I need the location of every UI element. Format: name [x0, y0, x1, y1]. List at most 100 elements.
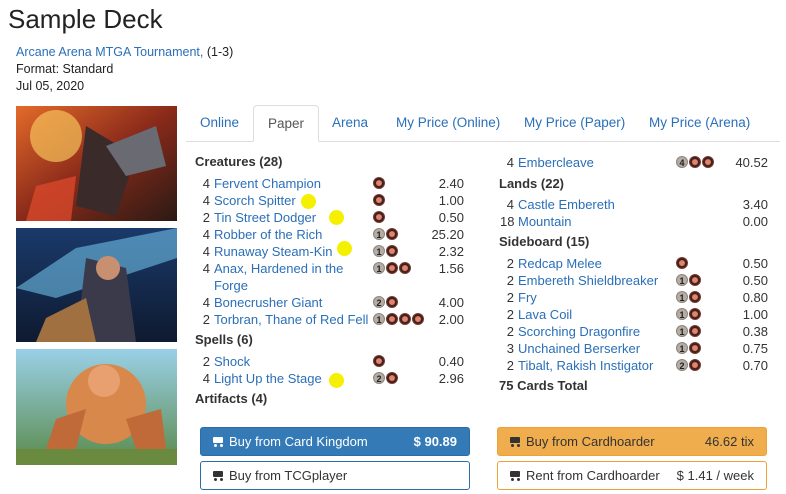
card-row: 4 Anax, Hardened in theForge 1 1.56	[200, 260, 464, 293]
card-row: 4 Fervent Champion 2.40	[200, 175, 464, 192]
card-quantity: 2	[506, 273, 514, 288]
highlight-dot	[337, 241, 352, 256]
rent-cardhoarder-button[interactable]: Rent from Cardhoarder $ 1.41 / week	[497, 461, 767, 490]
cart-icon	[211, 470, 225, 481]
cart-icon	[508, 470, 522, 481]
card-name-link[interactable]: Scorch Spitter	[214, 192, 296, 209]
mana-cost: 1	[676, 325, 701, 338]
red-mana-icon	[689, 342, 701, 354]
card-quantity: 2	[506, 324, 514, 339]
generic-mana-icon: 1	[676, 274, 688, 286]
card-row: 4 Bonecrusher Giant 2 4.00	[200, 294, 464, 311]
mana-cost: 1	[373, 262, 411, 275]
card-name-link[interactable]: Lava Coil	[518, 306, 572, 323]
card-price: 0.75	[742, 341, 768, 356]
event-line: Arcane Arena MTGA Tournament, (1-3)	[16, 44, 233, 61]
card-name-link[interactable]: Castle Embereth	[518, 196, 615, 213]
card-name-link[interactable]: Mountain	[518, 213, 571, 230]
card-name-link[interactable]: Anax, Hardened in the	[214, 260, 343, 277]
card-quantity: 4	[202, 371, 210, 386]
red-mana-icon	[386, 296, 398, 308]
card-price: 40.52	[735, 155, 768, 170]
card-name-link[interactable]: Unchained Berserker	[518, 340, 640, 357]
card-price: 1.00	[438, 193, 464, 208]
generic-mana-icon: 1	[676, 308, 688, 320]
card-quantity: 4	[202, 295, 210, 310]
card-price: 2.40	[438, 176, 464, 191]
event-link[interactable]: Arcane Arena MTGA Tournament,	[16, 45, 203, 59]
red-mana-icon	[689, 308, 701, 320]
red-mana-icon	[386, 372, 398, 384]
mana-cost	[373, 177, 385, 190]
card-quantity: 4	[506, 155, 514, 170]
card-name-link[interactable]: Embercleave	[518, 154, 594, 171]
card-name-link[interactable]: Fervent Champion	[214, 175, 321, 192]
card-price: 0.50	[742, 256, 768, 271]
red-mana-icon	[373, 177, 385, 189]
card-art-thumbnail-2[interactable]	[16, 228, 177, 342]
cart-icon	[211, 436, 225, 447]
red-mana-icon	[689, 156, 701, 168]
mana-cost: 1	[373, 313, 424, 326]
card-name-link[interactable]: Tin Street Dodger	[214, 209, 316, 226]
red-mana-icon	[689, 359, 701, 371]
card-row: 4 Castle Embereth 3.40	[500, 196, 768, 213]
card-name-link[interactable]: Bonecrusher Giant	[214, 294, 322, 311]
card-name-link[interactable]: Torbran, Thane of Red Fell	[214, 311, 368, 328]
card-art-thumbnail-3[interactable]	[16, 349, 177, 465]
card-name-link[interactable]: Robber of the Rich	[214, 226, 322, 243]
card-price: 0.80	[742, 290, 768, 305]
card-price: 2.00	[438, 312, 464, 327]
card-art-thumbnail-1[interactable]	[16, 106, 177, 221]
card-quantity: 2	[506, 307, 514, 322]
card-name-link[interactable]: Runaway Steam-Kin	[214, 243, 333, 260]
red-mana-icon	[689, 291, 701, 303]
card-quantity: 4	[202, 227, 210, 242]
mana-cost: 1	[373, 228, 398, 241]
red-mana-icon	[399, 262, 411, 274]
tab-my-price-paper[interactable]: My Price (Paper)	[510, 105, 639, 142]
section-header-creatures: Creatures (28)	[195, 154, 283, 169]
card-name-link[interactable]: Redcap Melee	[518, 255, 602, 272]
card-name-link[interactable]: Shock	[214, 353, 250, 370]
card-row: 4 Embercleave 4 40.52	[500, 154, 768, 171]
generic-mana-icon: 1	[676, 325, 688, 337]
mana-cost: 1	[676, 291, 701, 304]
card-row: 18 Mountain 0.00	[500, 213, 768, 230]
tab-my-price-arena[interactable]: My Price (Arena)	[635, 105, 764, 142]
tab-my-price-online[interactable]: My Price (Online)	[382, 105, 514, 142]
buy-cardhoarder-button[interactable]: Buy from Cardhoarder 46.62 tix	[497, 427, 767, 456]
highlight-dot	[329, 373, 344, 388]
card-name-link[interactable]: Tibalt, Rakish Instigator	[518, 357, 653, 374]
mana-cost: 1	[676, 342, 701, 355]
card-name-link-continued[interactable]: Forge	[214, 277, 248, 294]
red-mana-icon	[676, 257, 688, 269]
mana-cost	[676, 257, 688, 270]
mana-cost: 1	[373, 245, 398, 258]
card-row: 4 Scorch Spitter 1.00	[200, 192, 464, 209]
red-mana-icon	[689, 274, 701, 286]
card-price: 0.40	[438, 354, 464, 369]
card-name-link[interactable]: Embereth Shieldbreaker	[518, 272, 658, 289]
card-name-link[interactable]: Fry	[518, 289, 537, 306]
section-header-spells: Spells (6)	[195, 332, 253, 347]
tab-paper[interactable]: Paper	[253, 105, 320, 142]
card-price: 4.00	[438, 295, 464, 310]
buy-tcgplayer-button[interactable]: Buy from TCGplayer	[200, 461, 470, 490]
generic-mana-icon: 1	[373, 313, 385, 325]
card-quantity: 2	[202, 354, 210, 369]
price-tabs: Online Paper Arena My Price (Online) My …	[186, 105, 780, 142]
buy-card-kingdom-button[interactable]: Buy from Card Kingdom $ 90.89	[200, 427, 470, 456]
generic-mana-icon: 1	[373, 245, 385, 257]
card-name-link[interactable]: Scorching Dragonfire	[518, 323, 640, 340]
card-name-link[interactable]: Light Up the Stage	[214, 370, 322, 387]
red-mana-icon	[373, 194, 385, 206]
card-price: 0.38	[742, 324, 768, 339]
card-price: 0.70	[742, 358, 768, 373]
record: (1-3)	[206, 45, 234, 59]
mana-cost: 2	[373, 296, 398, 309]
card-row: 4 Robber of the Rich 1 25.20	[200, 226, 464, 243]
tab-online[interactable]: Online	[186, 105, 253, 142]
tab-arena[interactable]: Arena	[318, 105, 382, 142]
card-quantity: 4	[202, 176, 210, 191]
